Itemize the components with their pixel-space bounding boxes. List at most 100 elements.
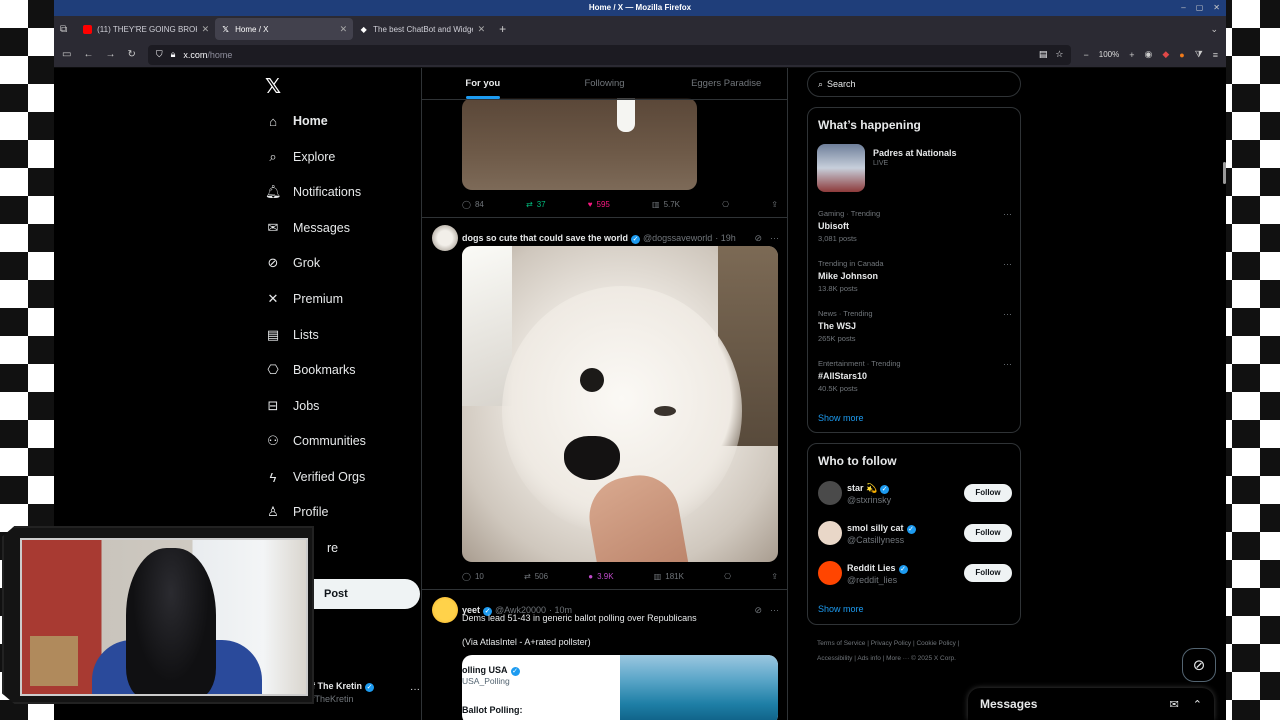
extension-puzzle-icon[interactable]: ⧩	[1195, 49, 1203, 60]
more-dots-icon[interactable]: ···	[1003, 209, 1012, 219]
browser-tab-youtube[interactable]: (11) THEY'RE GOING BROKE ✕	[77, 18, 215, 40]
more-dots-icon[interactable]: ···	[770, 233, 779, 244]
lock-icon[interactable]: 🔒︎	[171, 49, 176, 60]
show-more-link[interactable]: Show more	[818, 604, 864, 614]
reload-icon[interactable]: ↻	[127, 49, 135, 60]
follow-button[interactable]: Follow	[964, 564, 1012, 582]
trend-item[interactable]: Trending in Canada Mike Johnson 13.8K po…	[818, 259, 1012, 293]
sidebar-item-verified-orgs[interactable]: ϟ Verified Orgs	[265, 466, 366, 488]
avatar[interactable]	[432, 597, 458, 623]
zoom-out-icon[interactable]: −	[1083, 50, 1088, 60]
follow-button[interactable]: Follow	[964, 484, 1012, 502]
menu-hamburger-icon[interactable]: ≡	[1213, 50, 1218, 60]
reply-button[interactable]: ◯ 84	[462, 200, 484, 209]
forward-arrow-icon[interactable]: →	[105, 49, 115, 60]
follow-button[interactable]: Follow	[964, 524, 1012, 542]
like-button[interactable]: ● 3.9K	[588, 572, 613, 581]
reply-button[interactable]: ◯ 10	[462, 572, 484, 581]
repost-button[interactable]: ⇄ 506	[524, 572, 548, 581]
bookmark-star-icon[interactable]: ☆	[1055, 49, 1063, 60]
follow-suggestion[interactable]: smol silly cat ✓ @Catsillyness Follow	[818, 521, 1012, 547]
views-button[interactable]: ▥ 5.7K	[652, 200, 680, 209]
extension-icon[interactable]: ◉	[1144, 49, 1152, 60]
browser-tab-chatbot[interactable]: ◆ The best ChatBot and Widget ✕	[353, 18, 491, 40]
tweet-media-image[interactable]	[462, 98, 697, 190]
share-button[interactable]: ⇪	[771, 200, 778, 209]
trend-item[interactable]: Entertainment · Trending #AllStars10 40.…	[818, 359, 1012, 393]
tab-following[interactable]: Following	[544, 68, 666, 99]
chevron-up-icon[interactable]: ⌃	[1193, 698, 1202, 711]
reader-mode-icon[interactable]: ▤	[1039, 49, 1048, 60]
shield-icon[interactable]: ⛉	[156, 49, 163, 60]
close-tab-icon[interactable]: ✕	[478, 24, 486, 35]
sidebar-item-explore[interactable]: ⌕ Explore	[265, 146, 335, 168]
sidebar-item-more[interactable]: re	[327, 537, 338, 559]
search-input[interactable]	[827, 79, 998, 89]
extension-orange-icon[interactable]: ●	[1179, 50, 1184, 60]
sidebar-toggle-icon[interactable]: ▭	[62, 49, 71, 60]
more-dots-icon[interactable]: ···	[410, 684, 420, 695]
search-box[interactable]: ⌕	[807, 71, 1021, 97]
avatar[interactable]	[818, 561, 842, 585]
more-dots-icon[interactable]: ···	[1003, 359, 1012, 369]
messages-drawer[interactable]: Messages ✉ ⌃	[968, 688, 1214, 720]
sidebar-item-grok[interactable]: ⊘ Grok	[265, 252, 321, 274]
tweet-media-image[interactable]: olling USA ✓ USA_Polling Ballot Polling:	[462, 655, 778, 720]
sidebar-item-communities[interactable]: ⚇ Communities	[265, 430, 366, 452]
tweet-time[interactable]: · 19h	[715, 233, 736, 243]
footer-links[interactable]: Terms of Service | Privacy Policy | Cook…	[817, 636, 1017, 651]
bookmark-button[interactable]: ⎔	[722, 200, 729, 209]
close-tab-icon[interactable]: ✕	[340, 24, 348, 35]
close-tab-icon[interactable]: ✕	[202, 24, 210, 35]
more-dots-icon[interactable]: ···	[1003, 259, 1012, 269]
sidebar-item-notifications[interactable]: 🔔︎ Notifications	[265, 181, 361, 203]
browser-tab-x-home[interactable]: 𝕏 Home / X ✕	[215, 18, 354, 40]
compose-message-icon[interactable]: ✉	[1170, 698, 1179, 711]
zoom-in-icon[interactable]: +	[1129, 50, 1134, 60]
extension-red-icon[interactable]: ◆	[1162, 49, 1169, 60]
sidebar-item-messages[interactable]: ✉ Messages	[265, 217, 350, 239]
like-button[interactable]: ♥ 595	[588, 200, 610, 209]
grok-explain-icon[interactable]: ⊘	[754, 605, 762, 616]
follow-suggestion[interactable]: star 💫 ✓ @stxrinsky Follow	[818, 481, 1012, 507]
more-dots-icon[interactable]: ···	[1003, 309, 1012, 319]
back-arrow-icon[interactable]: ←	[83, 49, 93, 60]
tab-eggers-paradise[interactable]: Eggers Paradise	[665, 68, 787, 99]
views-button[interactable]: ▥ 181K	[654, 572, 684, 581]
page-scrollbar[interactable]	[1223, 162, 1226, 184]
footer-links[interactable]: Accessibility | Ads info | More ··· © 20…	[817, 651, 1017, 666]
trend-item[interactable]: News · Trending The WSJ 265K posts ···	[818, 309, 1012, 343]
sidebar-item-bookmarks[interactable]: ⎔ Bookmarks	[265, 359, 355, 381]
sidebar-item-home[interactable]: ⌂ Home	[265, 110, 328, 132]
avatar[interactable]	[818, 481, 842, 505]
x-logo-icon[interactable]: 𝕏	[265, 74, 281, 99]
tweet-author-handle[interactable]: @dogssaveworld	[643, 233, 712, 243]
sidebar-item-premium[interactable]: ✕ Premium	[265, 288, 343, 310]
tweet-media-image[interactable]	[462, 246, 778, 562]
tab-for-you[interactable]: For you	[422, 68, 544, 99]
event-title[interactable]: Padres at Nationals	[873, 148, 957, 158]
sidebar-item-jobs[interactable]: ⊟ Jobs	[265, 395, 320, 417]
zoom-level[interactable]: 100%	[1099, 50, 1119, 59]
bookmark-button[interactable]: ⎔	[724, 572, 731, 581]
repost-button[interactable]: ⇄ 37	[526, 200, 546, 209]
close-window-icon[interactable]: ✕	[1213, 0, 1220, 16]
sidebar-item-profile[interactable]: ♙ Profile	[265, 501, 328, 523]
avatar[interactable]	[818, 521, 842, 545]
sidebar-item-lists[interactable]: ▤ Lists	[265, 324, 319, 346]
tab-overview-icon[interactable]: ⧉	[60, 24, 67, 35]
follow-suggestion[interactable]: Reddit Lies ✓ @reddit_lies Follow	[818, 561, 1012, 587]
show-more-link[interactable]: Show more	[818, 413, 864, 423]
new-tab-icon[interactable]: +	[499, 22, 506, 36]
trend-item[interactable]: Gaming · Trending Ubisoft 3,081 posts ··…	[818, 209, 1012, 243]
share-button[interactable]: ⇪	[771, 572, 778, 581]
grok-explain-icon[interactable]: ⊘	[754, 233, 762, 244]
maximize-icon[interactable]: ▢	[1196, 0, 1204, 16]
tab-list-chevron-down-icon[interactable]: ⌄	[1210, 24, 1218, 35]
minimize-icon[interactable]: –	[1181, 0, 1185, 16]
grok-floating-button[interactable]: ⊘	[1182, 648, 1216, 682]
tweet-author-name[interactable]: dogs so cute that could save the world ✓	[462, 233, 641, 244]
event-thumbnail[interactable]	[817, 144, 865, 192]
url-bar[interactable]: ⛉ 🔒︎ x.com/home ▤ ☆	[147, 44, 1072, 65]
avatar[interactable]	[432, 225, 458, 251]
